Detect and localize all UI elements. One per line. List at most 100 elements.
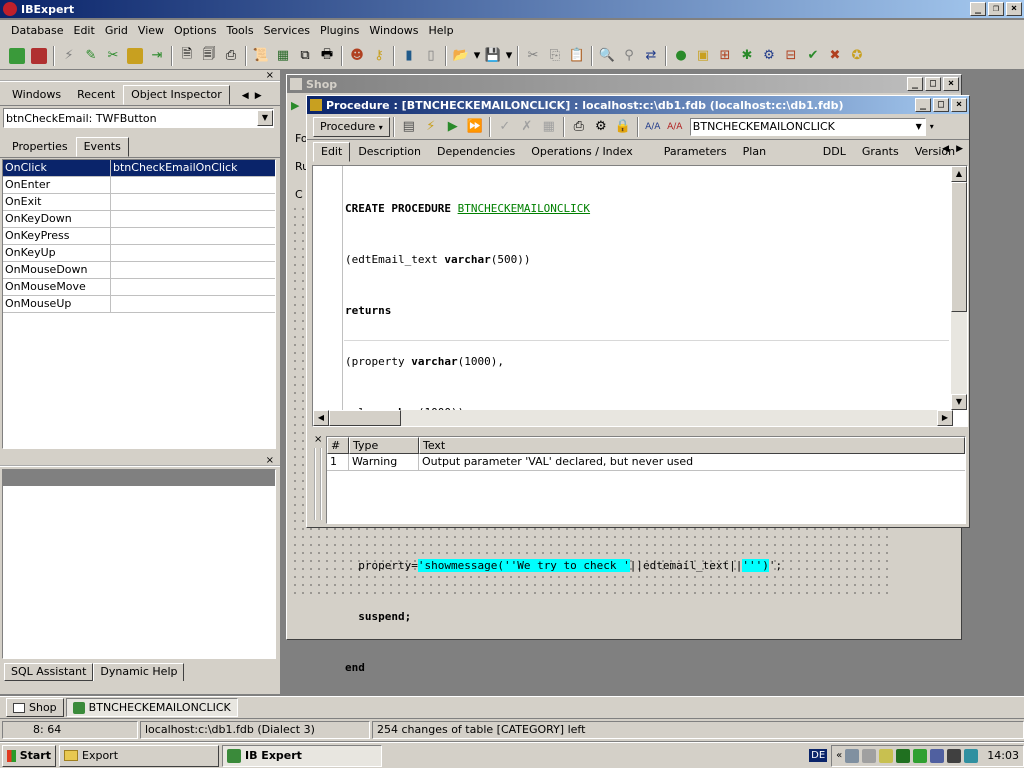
event-row-onclick[interactable]: OnClick btnCheckEmailOnClick [3,160,275,177]
event-row-onkeydown[interactable]: OnKeyDown [3,211,275,228]
lock-icon[interactable]: 🔒 [612,116,634,138]
event-row-onmouseup[interactable]: OnMouseUp [3,296,275,313]
db-props-icon[interactable] [124,45,146,67]
procedure-name-link[interactable]: BTNCHECKEMAILONCLICK [458,202,590,215]
save-icon[interactable]: 💾 [482,45,504,67]
copy-icon[interactable]: ⎘ [544,45,566,67]
run-icon[interactable]: ▶ [442,116,464,138]
tab-dependencies[interactable]: Dependencies [429,142,523,162]
tab-operations-index[interactable]: Operations / Index Using [523,142,655,176]
language-indicator[interactable]: DE [809,749,828,762]
tool-3-icon[interactable]: ⊞ [714,45,736,67]
tab-edit[interactable]: Edit [313,142,351,162]
tool-7-icon[interactable]: ✔ [802,45,824,67]
hscroll-thumb[interactable] [329,410,401,426]
commit-icon[interactable]: ✓ [494,116,516,138]
close-icon[interactable]: × [266,70,274,81]
tab-properties[interactable]: Properties [4,137,76,157]
tool-6-icon[interactable]: ⊟ [780,45,802,67]
tool-5-icon[interactable]: ⚙ [758,45,780,67]
tool-9-icon[interactable]: ✪ [846,45,868,67]
register-db-icon[interactable] [6,45,28,67]
tool-2-icon[interactable]: ▣ [692,45,714,67]
tab-scroll-right-icon[interactable]: ▶ [956,144,963,154]
menu-options[interactable]: Options [169,21,221,41]
menu-grid[interactable]: Grid [100,21,133,41]
procedure-name-select[interactable]: BTNCHECKEMAILONCLICK ▼ [689,117,926,136]
tab-scroll-left-icon[interactable]: ◀ [942,144,949,154]
connect-icon[interactable]: ⚡ [58,45,80,67]
close-icon[interactable]: × [314,434,322,445]
book-icon[interactable]: ▮ [398,45,420,67]
tab-plan-analyzer[interactable]: Plan Analyzer [735,142,815,176]
restore-button[interactable]: ❐ [988,2,1004,16]
tool-1-icon[interactable]: ● [670,45,692,67]
dropdown-arrow-icon[interactable]: ▾ [472,45,482,67]
message-row[interactable]: 1 Warning Output parameter 'VAL' declare… [327,454,965,471]
close-button[interactable]: × [943,77,959,91]
run-icon[interactable]: ▶ [291,99,299,112]
tab-grants[interactable]: Grants [854,142,907,162]
tray-icon-6[interactable] [930,748,945,763]
tab-object-inspector[interactable]: Object Inspector [123,85,230,105]
decode-icon[interactable]: A/A [664,116,686,138]
dropdown-arrow-icon[interactable]: ▾ [504,45,514,67]
tab-dynamic-help[interactable]: Dynamic Help [93,663,185,681]
window-tab-shop[interactable]: Shop [6,698,64,717]
disconnect-icon[interactable]: ✎ [80,45,102,67]
menu-view[interactable]: View [133,21,169,41]
toolbar-overflow-icon[interactable]: ▾ [930,122,934,131]
script-icon[interactable]: 📜 [250,45,272,67]
new-doc-icon[interactable]: 🗎 [176,45,198,67]
event-row-onexit[interactable]: OnExit [3,194,275,211]
tab-events[interactable]: Events [75,137,129,157]
page-icon[interactable]: ▯ [420,45,442,67]
sql-editor-icon[interactable]: ▦ [272,45,294,67]
paste-icon[interactable]: 📋 [566,45,588,67]
menu-help[interactable]: Help [423,21,458,41]
maximize-button[interactable]: □ [925,77,941,91]
menu-tools[interactable]: Tools [221,21,258,41]
tray-icon-5[interactable] [913,748,928,763]
encode-icon[interactable]: A/A [642,116,664,138]
minimize-button[interactable]: _ [970,2,986,16]
tab-description[interactable]: Description [350,142,429,162]
tab-recent[interactable]: Recent [69,85,123,105]
tray-icon-4[interactable] [896,748,911,763]
tray-arrow-icon[interactable]: « [836,750,842,761]
menu-plugins[interactable]: Plugins [315,21,364,41]
close-button[interactable]: × [1006,2,1022,16]
close-icon[interactable]: × [266,455,274,466]
task-ibexpert[interactable]: IB Expert [222,744,382,767]
find-next-icon[interactable]: ⚲ [618,45,640,67]
tab-scroll-left-icon[interactable]: ◀ [242,87,249,105]
event-row-onmousedown[interactable]: OnMouseDown [3,262,275,279]
copy-doc-icon[interactable]: 🗐 [198,45,220,67]
tool-8-icon[interactable]: ✖ [824,45,846,67]
menu-database[interactable]: Database [6,21,69,41]
editor-vscrollbar[interactable]: ▲ ▼ [951,166,967,410]
exit-icon[interactable]: ⇥ [146,45,168,67]
code-editor[interactable]: CREATE PROCEDURE BTNCHECKEMAILONCLICK (e… [312,165,968,674]
users-icon[interactable]: ☻ [346,45,368,67]
event-row-onmousemove[interactable]: OnMouseMove [3,279,275,296]
tab-parameters[interactable]: Parameters [656,142,735,162]
tab-ddl[interactable]: DDL [815,142,854,162]
tray-icon-7[interactable] [947,748,962,763]
editor-hscrollbar[interactable]: ◀ ▶ [313,410,953,426]
chevron-down-icon[interactable]: ▼ [257,110,273,126]
tray-icon-8[interactable] [964,748,979,763]
tool-4-icon[interactable]: ✱ [736,45,758,67]
task-export[interactable]: Export [59,744,219,767]
tab-scroll-right-icon[interactable]: ▶ [255,87,262,105]
edit-db-icon[interactable]: ✂ [102,45,124,67]
chevron-down-icon[interactable]: ▼ [916,122,925,131]
document-icon[interactable]: ▤ [398,116,420,138]
scroll-up-icon[interactable]: ▲ [951,166,967,182]
tab-windows[interactable]: Windows [4,85,69,105]
maximize-button[interactable]: □ [933,98,949,112]
minimize-button[interactable]: _ [915,98,931,112]
menu-windows[interactable]: Windows [364,21,423,41]
event-row-onenter[interactable]: OnEnter [3,177,275,194]
scroll-thumb[interactable] [951,182,967,312]
